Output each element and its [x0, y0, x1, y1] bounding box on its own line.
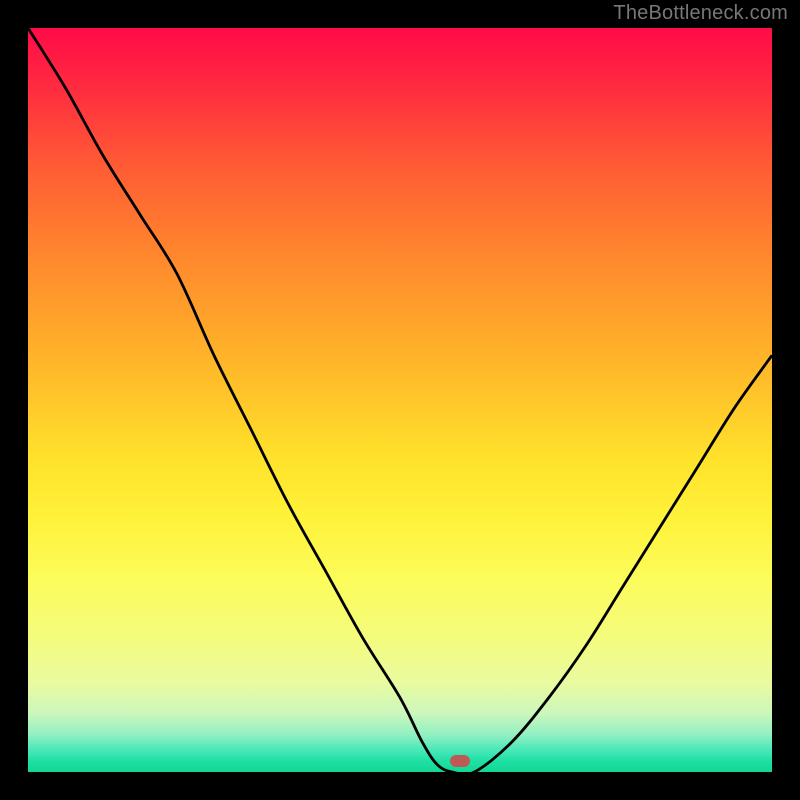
watermark-text: TheBottleneck.com — [613, 2, 788, 25]
plot-area — [28, 28, 772, 772]
optimal-point-marker — [450, 755, 470, 767]
chart-frame: TheBottleneck.com — [0, 0, 800, 800]
curve-svg — [28, 28, 772, 772]
bottleneck-curve-path — [28, 28, 772, 775]
